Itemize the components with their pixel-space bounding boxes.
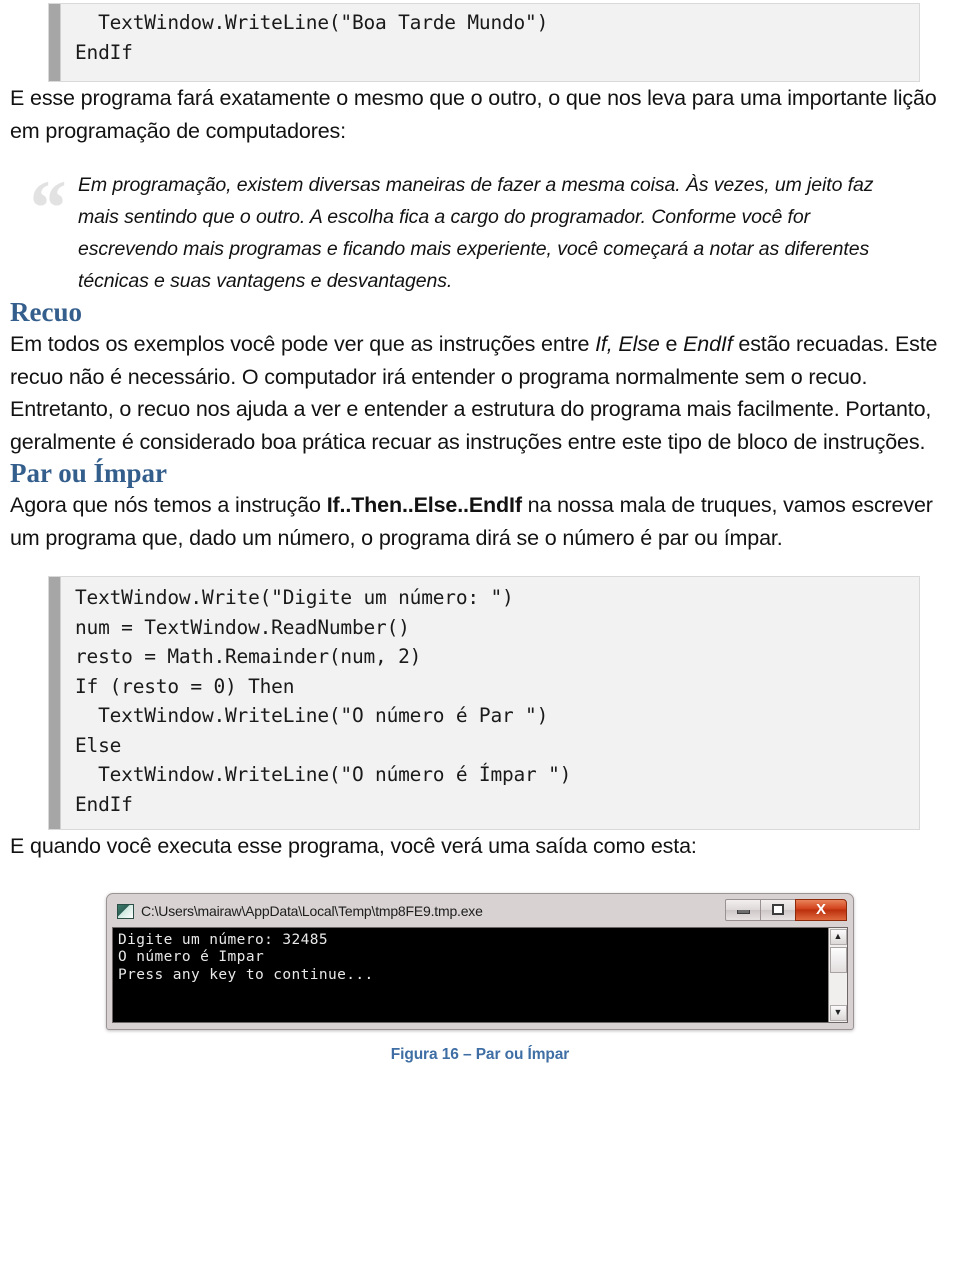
- paragraph-recuo-em-if-else: If, Else: [595, 332, 660, 356]
- heading-recuo: Recuo: [10, 297, 82, 327]
- paragraph-recuo: Em todos os exemplos você pode ver que a…: [10, 328, 950, 458]
- close-icon: X: [815, 901, 826, 918]
- maximize-icon: [772, 904, 784, 915]
- close-button[interactable]: X: [795, 898, 847, 921]
- scroll-down-arrow-icon[interactable]: ▼: [829, 1004, 847, 1021]
- paragraph-recuo-part2: e: [659, 332, 684, 356]
- console-titlebar: C:\Users\mairaw\AppData\Local\Temp\tmp8F…: [111, 898, 849, 925]
- quote-mark-icon: “: [26, 164, 65, 251]
- code-gutter-bar: [49, 4, 61, 81]
- code-block-par-ou-impar-text: TextWindow.Write("Digite um número: ") n…: [75, 586, 572, 816]
- intro-paragraph: E esse programa fará exatamente o mesmo …: [10, 86, 937, 143]
- console-output-text: Digite um número: 32485 O número é Impar…: [118, 931, 374, 983]
- minimize-button[interactable]: [725, 898, 761, 921]
- scrollbar-thumb[interactable]: [829, 946, 847, 973]
- code-block-boa-tarde: TextWindow.WriteLine("Boa Tarde Mundo") …: [48, 3, 920, 82]
- code-gutter-bar: [49, 577, 61, 829]
- maximize-button[interactable]: [760, 898, 796, 921]
- console-window: C:\Users\mairaw\AppData\Local\Temp\tmp8F…: [106, 892, 854, 1030]
- document-page: TextWindow.WriteLine("Boa Tarde Mundo") …: [0, 3, 960, 1287]
- paragraph-saida: E quando você executa esse programa, voc…: [10, 834, 697, 858]
- paragraph-parimpar-part1: Agora que nós temos a instrução: [10, 493, 327, 517]
- console-screen: Digite um número: 32485 O número é Impar…: [112, 926, 848, 1023]
- console-scrollbar[interactable]: ▲ ▼: [828, 927, 847, 1022]
- paragraph-recuo-part1: Em todos os exemplos você pode ver que a…: [10, 332, 596, 356]
- figure-caption: Figura 16 – Par ou Ímpar: [390, 1045, 570, 1063]
- console-window-controls: X: [725, 898, 847, 921]
- console-window-figure: C:\Users\mairaw\AppData\Local\Temp\tmp8F…: [10, 892, 950, 1030]
- code-block-boa-tarde-text: TextWindow.WriteLine("Boa Tarde Mundo") …: [75, 11, 549, 64]
- heading-par-ou-impar: Par ou Ímpar: [10, 458, 168, 488]
- console-app-icon: [117, 903, 134, 919]
- console-title: C:\Users\mairaw\AppData\Local\Temp\tmp8F…: [141, 903, 483, 919]
- paragraph-parimpar-bold-if-then-else: If..Then..Else..EndIf: [326, 493, 522, 517]
- minimize-icon: [736, 910, 750, 914]
- paragraph-recuo-em-endif: EndIf: [683, 332, 733, 356]
- paragraph-par-ou-impar: Agora que nós temos a instrução If..Then…: [10, 489, 950, 554]
- code-block-par-ou-impar: TextWindow.Write("Digite um número: ") n…: [48, 576, 920, 830]
- scroll-up-arrow-icon[interactable]: ▲: [829, 928, 847, 945]
- blockquote: “ Em programação, existem diversas manei…: [20, 169, 910, 297]
- blockquote-text: Em programação, existem diversas maneira…: [78, 174, 874, 292]
